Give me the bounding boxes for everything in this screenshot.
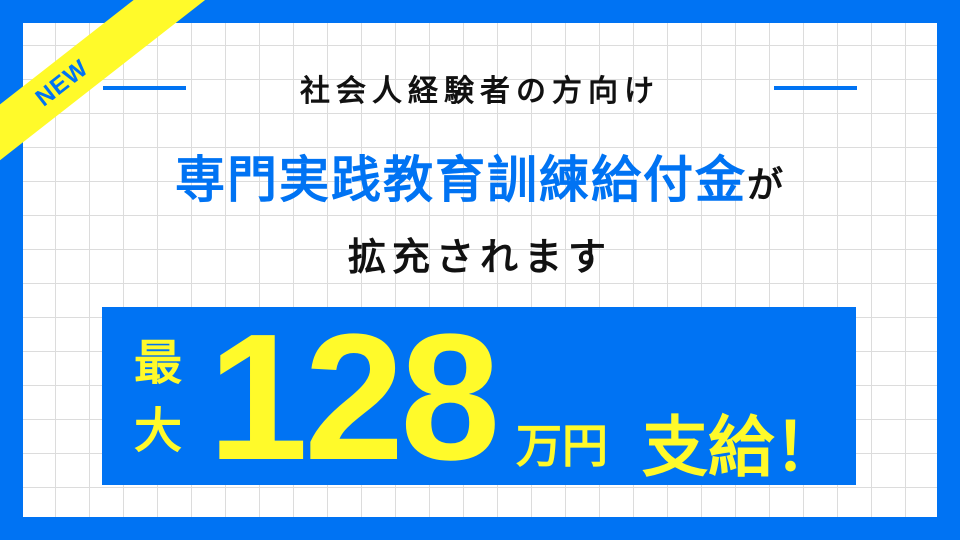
unit-label: 万円 xyxy=(516,420,608,472)
headline: 専門実践教育訓練給付金が xyxy=(0,140,960,212)
amount: 128 xyxy=(208,297,500,498)
max-label: 最大 xyxy=(134,337,183,458)
headline-particle: が xyxy=(746,164,785,205)
subtitle: 社会人経験者の方向け xyxy=(300,75,660,108)
headline-line2: 拡充されます xyxy=(347,237,612,279)
headline-main: 専門実践教育訓練給付金 xyxy=(174,152,747,208)
payment-label: 支給！ xyxy=(642,410,840,484)
